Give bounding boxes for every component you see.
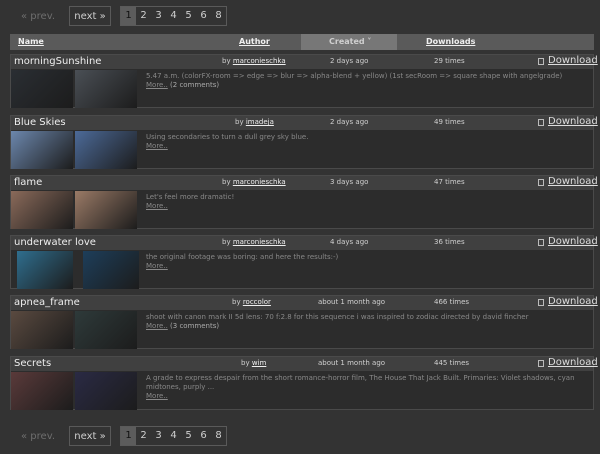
row-title[interactable]: morningSunshine (14, 56, 101, 67)
page-3[interactable]: 3 (151, 427, 166, 445)
page-2[interactable]: 2 (136, 7, 151, 25)
row-date: 2 days ago (330, 118, 369, 126)
column-created-sorted[interactable]: Created ˅ (329, 37, 371, 46)
thumbnail-after[interactable] (75, 372, 137, 410)
prev-link-disabled: « prev. (21, 11, 56, 22)
table-row: underwater love by marconieschka 4 days … (10, 235, 598, 289)
more-link[interactable]: More.. (146, 322, 168, 330)
download-link[interactable]: Download (535, 236, 598, 247)
table-row: flame by marconieschka 3 days ago 47 tim… (10, 175, 598, 229)
pager-top: « prev. next » 1 2 3 4 5 6 8 (0, 6, 600, 28)
row-byline: by marconieschka (222, 178, 286, 186)
page-8[interactable]: 8 (211, 7, 226, 25)
row-download-count: 466 times (434, 298, 470, 306)
thumbnail-after[interactable] (75, 311, 137, 349)
page-numbers: 1 2 3 4 5 6 8 (120, 6, 227, 26)
thumbnail-before[interactable] (11, 191, 73, 229)
page-numbers: 1 2 3 4 5 6 8 (120, 426, 227, 446)
author-link[interactable]: wim (252, 359, 267, 367)
page-4[interactable]: 4 (166, 7, 181, 25)
row-date: 2 days ago (330, 57, 369, 65)
thumbnail-before[interactable] (11, 372, 73, 410)
row-date: about 1 month ago (318, 359, 386, 367)
row-byline: by wim (241, 359, 267, 367)
row-byline: by imadeja (235, 118, 274, 126)
table-row: morningSunshine by marconieschka 2 days … (10, 54, 598, 108)
more-link[interactable]: More.. (146, 81, 168, 89)
row-title[interactable]: apnea_frame (14, 297, 80, 308)
thumbnail-before[interactable] (11, 70, 73, 108)
table-row: Secrets by wim about 1 month ago 445 tim… (10, 356, 598, 410)
row-byline: by marconieschka (222, 57, 286, 65)
row-title[interactable]: underwater love (14, 237, 96, 248)
page-2[interactable]: 2 (136, 427, 151, 445)
comments-count[interactable]: (3 comments) (170, 322, 219, 330)
row-description: Let's feel more dramatic! More.. (146, 193, 235, 210)
more-link[interactable]: More.. (146, 392, 168, 400)
row-description: A grade to express despair from the shor… (146, 374, 575, 400)
author-link[interactable]: marconieschka (233, 238, 286, 246)
table-row: Blue Skies by imadeja 2 days ago 49 time… (10, 115, 598, 169)
page-1[interactable]: 1 (121, 427, 136, 445)
author-link[interactable]: roccolor (243, 298, 271, 306)
column-author[interactable]: Author (239, 37, 270, 46)
download-link[interactable]: Download (535, 176, 598, 187)
pager-bottom: « prev. next » 1 2 3 4 5 6 8 (0, 426, 600, 448)
row-byline: by marconieschka (222, 238, 286, 246)
column-name[interactable]: Name (18, 37, 44, 46)
row-title[interactable]: Secrets (14, 358, 51, 369)
page-6[interactable]: 6 (196, 7, 211, 25)
next-button[interactable]: next » (69, 6, 111, 26)
row-description: the original footage was boring: and her… (146, 253, 339, 270)
column-downloads[interactable]: Downloads (426, 37, 475, 46)
author-link[interactable]: imadeja (246, 118, 274, 126)
next-button[interactable]: next » (69, 426, 111, 446)
author-link[interactable]: marconieschka (233, 178, 286, 186)
thumbnail-after[interactable] (75, 131, 137, 169)
table-row: apnea_frame by roccolor about 1 month ag… (10, 295, 598, 349)
thumbnail-after[interactable] (75, 70, 137, 108)
download-link[interactable]: Download (535, 296, 598, 307)
more-link[interactable]: More.. (146, 202, 168, 210)
download-link[interactable]: Download (535, 55, 598, 66)
row-description: Using secondaries to turn a dull grey sk… (146, 133, 309, 150)
row-date: about 1 month ago (318, 298, 386, 306)
prev-link-disabled: « prev. (21, 431, 56, 442)
comments-count[interactable]: (2 comments) (170, 81, 219, 89)
row-download-count: 29 times (434, 57, 465, 65)
page-8[interactable]: 8 (211, 427, 226, 445)
page-3[interactable]: 3 (151, 7, 166, 25)
page-1[interactable]: 1 (121, 7, 136, 25)
page-4[interactable]: 4 (166, 427, 181, 445)
row-download-count: 49 times (434, 118, 465, 126)
more-link[interactable]: More.. (146, 262, 168, 270)
row-date: 4 days ago (330, 238, 369, 246)
row-description: shoot with canon mark II 5d lens: 70 f:2… (146, 313, 529, 330)
row-date: 3 days ago (330, 178, 369, 186)
row-download-count: 445 times (434, 359, 470, 367)
row-title[interactable]: Blue Skies (14, 117, 66, 128)
download-link[interactable]: Download (535, 116, 598, 127)
download-link[interactable]: Download (535, 357, 598, 368)
page-5[interactable]: 5 (181, 427, 196, 445)
row-download-count: 36 times (434, 238, 465, 246)
row-title[interactable]: flame (14, 177, 42, 188)
row-download-count: 47 times (434, 178, 465, 186)
page-6[interactable]: 6 (196, 427, 211, 445)
page-5[interactable]: 5 (181, 7, 196, 25)
thumbnail-before[interactable] (17, 251, 73, 289)
row-description: 5.47 a.m. (colorFX-room => edge => blur … (146, 72, 563, 89)
author-link[interactable]: marconieschka (233, 57, 286, 65)
row-byline: by roccolor (232, 298, 271, 306)
thumbnail-after[interactable] (83, 251, 139, 289)
thumbnail-before[interactable] (11, 311, 73, 349)
thumbnail-before[interactable] (11, 131, 73, 169)
thumbnail-after[interactable] (75, 191, 137, 229)
table-header: Name Author Created ˅ Downloads (10, 34, 594, 50)
more-link[interactable]: More.. (146, 142, 168, 150)
